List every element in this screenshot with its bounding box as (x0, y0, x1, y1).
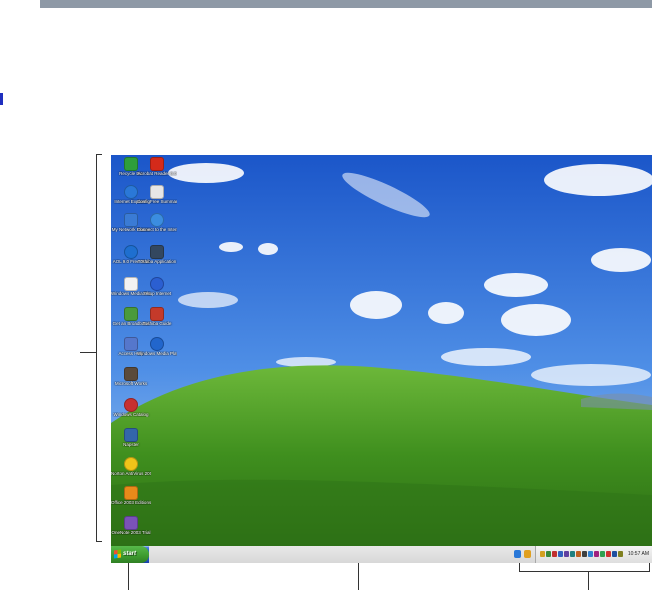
bliss-wallpaper (111, 155, 652, 546)
quick-launch-icon[interactable] (514, 550, 521, 558)
desktop-icons-callout-line (80, 352, 96, 353)
taskbar: start 10:57 AM (111, 546, 652, 563)
desktop-icon-label: Norton AntiVirus 2003 (111, 471, 151, 476)
broadband-icon (124, 307, 138, 321)
desktop-icon[interactable]: Setup Internet (137, 277, 177, 296)
windows-logo-icon (114, 549, 121, 559)
notification-area-callout-line (588, 572, 589, 590)
tray-icon[interactable] (570, 551, 575, 557)
tray-icon[interactable] (576, 551, 581, 557)
desktop-icon[interactable]: OneNote 2003 Trial (111, 516, 151, 535)
desktop-icon[interactable]: Acrobat Reader 6.0 (137, 157, 177, 176)
desktop-icon-label: Toshiba Guide (142, 321, 172, 326)
toshiba-app-icon (150, 245, 164, 259)
desktop-icon-label: Acrobat Reader 6.0 (137, 171, 177, 176)
desktop-icon-label: Toshiba Application (137, 259, 177, 264)
quick-launch (511, 546, 535, 563)
onenote-icon (124, 516, 138, 530)
tray-icon[interactable] (600, 551, 605, 557)
tray-icon[interactable] (612, 551, 617, 557)
norton-icon (124, 457, 138, 471)
network-places-icon (124, 213, 138, 227)
tray-icon[interactable] (588, 551, 593, 557)
connect-internet-icon (150, 213, 164, 227)
access-help-icon (124, 337, 138, 351)
desktop-icon-label: Setup Internet (142, 291, 172, 296)
internet-explorer-icon (124, 185, 138, 199)
toshiba-guide-icon (150, 307, 164, 321)
acrobat-icon (150, 157, 164, 171)
recycle-bin-icon (124, 157, 138, 171)
desktop-icon[interactable]: Windows Catalog (111, 398, 151, 417)
desktop-icon[interactable]: Microsoft Works (111, 367, 151, 386)
desktop-icon-label: Office 2003 Editions (111, 500, 151, 505)
notification-area: 10:57 AM (535, 546, 652, 563)
desktop-icon-label: Napster (123, 442, 139, 447)
margin-marker (0, 93, 3, 105)
tray-icon[interactable] (618, 551, 623, 557)
tray-icon[interactable] (582, 551, 587, 557)
tray-icon[interactable] (564, 551, 569, 557)
desktop-icon-label: Microsoft Works (114, 381, 148, 386)
tray-icon[interactable] (540, 551, 545, 557)
taskbar-buttons-area[interactable] (149, 546, 511, 563)
aol-icon (124, 245, 138, 259)
configfree-icon (150, 185, 164, 199)
works-icon (124, 367, 138, 381)
start-button[interactable]: start (111, 546, 149, 563)
setup-internet-icon (150, 277, 164, 291)
desktop-icon[interactable]: ConfigFree Summary (137, 185, 177, 204)
quick-launch-icon[interactable] (524, 550, 531, 558)
tray-icon[interactable] (546, 551, 551, 557)
taskbar-callout-line (358, 563, 359, 590)
office-icon (124, 486, 138, 500)
document-icon (124, 277, 138, 291)
catalog-icon (124, 398, 138, 412)
desktop-icon[interactable]: Windows Media Player (137, 337, 177, 356)
desktop-icon-label: Connect to the Internet (137, 227, 177, 232)
desktop-icon[interactable]: Napster (111, 428, 151, 447)
desktop-screen: Recycle Bin Acrobat Reader 6.0 Internet … (111, 155, 652, 563)
desktop-icon-label: OneNote 2003 Trial (111, 530, 151, 535)
tray-icon[interactable] (606, 551, 611, 557)
header-rule (40, 0, 652, 8)
media-player-icon (150, 337, 164, 351)
desktop-icon-label: ConfigFree Summary (137, 199, 177, 204)
desktop-icon[interactable]: Norton AntiVirus 2003 (111, 457, 151, 476)
desktop-icons-callout-bracket (96, 154, 102, 542)
tray-icon[interactable] (594, 551, 599, 557)
desktop-icon-label: Windows Catalog (113, 412, 149, 417)
napster-icon (124, 428, 138, 442)
start-label: start (123, 551, 137, 557)
desktop-icon[interactable]: Toshiba Application (137, 245, 177, 264)
desktop-icon[interactable]: Office 2003 Editions (111, 486, 151, 505)
desktop-icon[interactable]: Toshiba Guide (137, 307, 177, 326)
desktop-icon[interactable]: Connect to the Internet (137, 213, 177, 232)
tray-icon[interactable] (552, 551, 557, 557)
start-button-callout-line (128, 563, 129, 590)
desktop-icon-label: Windows Media Player (137, 351, 177, 356)
clock[interactable]: 10:57 AM (628, 546, 649, 563)
tray-icon[interactable] (558, 551, 563, 557)
